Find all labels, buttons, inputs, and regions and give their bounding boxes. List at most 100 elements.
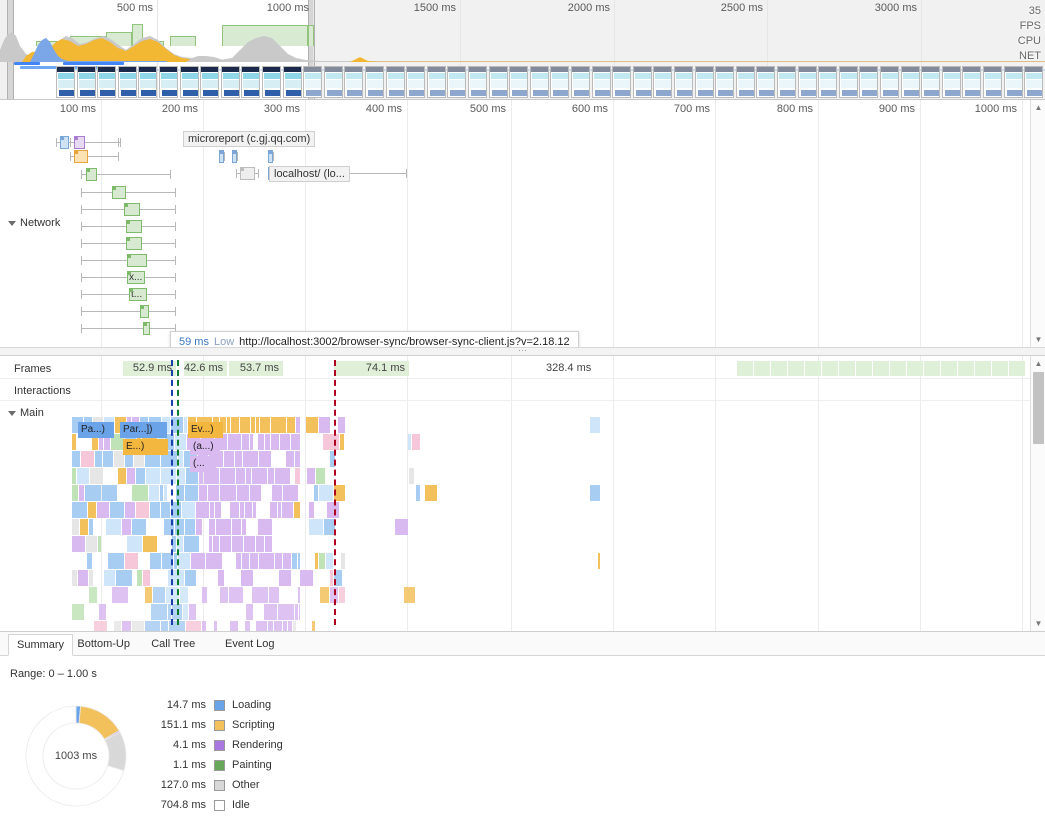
flame-bar[interactable] — [79, 485, 84, 501]
flame-bar[interactable] — [250, 434, 253, 450]
filmstrip-frame[interactable] — [406, 66, 426, 98]
filmstrip-frame[interactable] — [612, 66, 632, 98]
filmstrip-frame[interactable] — [550, 66, 570, 98]
flame-bar[interactable] — [339, 587, 345, 603]
flame-bar[interactable] — [220, 587, 228, 603]
flame-bar[interactable] — [235, 451, 242, 467]
flame-bar[interactable] — [286, 451, 294, 467]
flame-bar[interactable] — [327, 502, 339, 518]
legend-row[interactable]: 1.1 ms Painting — [150, 755, 283, 775]
filmstrip-frame[interactable] — [715, 66, 735, 98]
flame-bar[interactable] — [232, 536, 243, 552]
legend-row[interactable]: 151.1 ms Scripting — [150, 715, 283, 735]
filmstrip-frame[interactable] — [303, 66, 323, 98]
filmstrip-frame[interactable] — [632, 66, 652, 98]
flame-bar[interactable] — [250, 485, 261, 501]
flame-bar[interactable] — [208, 485, 219, 501]
network-request[interactable] — [0, 237, 1030, 250]
flame-bar[interactable] — [72, 502, 87, 518]
filmstrip-frame[interactable] — [756, 66, 776, 98]
flame-bar[interactable] — [215, 502, 221, 518]
flame-bar[interactable] — [293, 621, 296, 631]
filmstrip-frame[interactable] — [488, 66, 508, 98]
flame-bar[interactable] — [245, 621, 250, 631]
flame-bar[interactable] — [150, 502, 160, 518]
flame-bar[interactable] — [299, 604, 300, 620]
flame-bar[interactable] — [106, 519, 121, 535]
filmstrip-frame[interactable] — [344, 66, 364, 98]
filmstrip-frame[interactable] — [447, 66, 467, 98]
flame-bar[interactable] — [80, 519, 88, 535]
flame-bar[interactable] — [72, 451, 80, 467]
flame-bar[interactable] — [246, 468, 251, 484]
flame-bar[interactable] — [326, 553, 333, 569]
main-flame-pane[interactable]: Frames Interactions Main 52.9 ms 42.6 ms 5… — [0, 356, 1045, 631]
legend-row[interactable]: 14.7 ms Loading — [150, 695, 283, 715]
flame-bar[interactable] — [598, 553, 600, 569]
flame-bar[interactable] — [278, 604, 294, 620]
event-marker[interactable] — [334, 360, 336, 625]
flame-bar[interactable] — [251, 417, 255, 433]
flame-bar[interactable] — [95, 451, 102, 467]
filmstrip-frame[interactable] — [900, 66, 920, 98]
flame-bar[interactable] — [132, 519, 146, 535]
flame-bar[interactable] — [259, 553, 274, 569]
flame-bar[interactable] — [122, 621, 131, 631]
flame-bar[interactable] — [161, 621, 168, 631]
flame-bar-labeled[interactable]: Pa...) — [78, 422, 114, 438]
flame-bar[interactable] — [265, 536, 272, 552]
flame-bar[interactable] — [250, 553, 258, 569]
flame-bar[interactable] — [137, 570, 142, 586]
flame-bar[interactable] — [288, 621, 292, 631]
filmstrip-frame[interactable] — [777, 66, 796, 98]
flame-bar[interactable] — [145, 621, 160, 631]
flame-bar[interactable] — [116, 570, 132, 586]
flame-bar[interactable] — [395, 519, 408, 535]
flame-bar[interactable] — [320, 587, 329, 603]
flame-bar[interactable] — [94, 621, 107, 631]
flame-bar[interactable] — [78, 570, 88, 586]
flame-bar[interactable] — [97, 502, 109, 518]
flame-bar[interactable] — [330, 570, 333, 586]
flame-bar[interactable] — [199, 485, 207, 501]
filmstrip-frame[interactable] — [838, 66, 858, 98]
flame-bar[interactable] — [240, 502, 244, 518]
legend-row[interactable]: 4.1 ms Rendering — [150, 735, 283, 755]
flame-bar[interactable] — [132, 621, 144, 631]
flame-bar[interactable] — [272, 485, 282, 501]
flame-bar[interactable] — [77, 468, 89, 484]
flame-bar[interactable] — [590, 485, 600, 501]
flame-bar[interactable] — [191, 553, 205, 569]
filmstrip-frame[interactable] — [818, 66, 838, 98]
flame-bar-labeled[interactable]: Par...]) — [120, 422, 167, 438]
flame-bar[interactable] — [282, 502, 293, 518]
flame-bar[interactable] — [340, 434, 344, 450]
overview-timeline[interactable]: 500 ms 1000 ms 1500 ms 2000 ms 2500 ms 3000 m… — [0, 0, 1045, 100]
filmstrip-frame[interactable] — [674, 66, 693, 98]
flame-bar[interactable] — [127, 468, 135, 484]
flame-bar[interactable] — [341, 553, 345, 569]
flame-bar[interactable] — [275, 553, 282, 569]
flame-bar[interactable] — [295, 451, 300, 467]
flame-bar[interactable] — [319, 553, 325, 569]
flame-bar[interactable] — [209, 519, 215, 535]
flame-bar[interactable] — [102, 485, 117, 501]
flame-bar[interactable] — [242, 434, 249, 450]
flame-bar[interactable] — [112, 587, 128, 603]
flame-bar[interactable] — [136, 468, 145, 484]
details-drawer[interactable]: Summary Bottom-Up Call Tree Event Log Range… — [0, 631, 1045, 822]
flame-bar[interactable] — [278, 502, 281, 518]
flame-bar[interactable] — [72, 570, 77, 586]
main-scroll-thumb[interactable] — [1033, 372, 1044, 444]
flame-bar[interactable] — [143, 536, 157, 552]
flame-bar[interactable] — [189, 604, 196, 620]
flame-bar[interactable] — [184, 417, 187, 433]
flame-bar[interactable] — [256, 536, 264, 552]
filmstrip-frame[interactable] — [1024, 66, 1044, 98]
flame-bar[interactable] — [300, 570, 313, 586]
flame-bar-labeled[interactable]: E...) — [123, 439, 168, 455]
flame-bar[interactable] — [268, 468, 274, 484]
flame-bar[interactable] — [89, 570, 93, 586]
flame-bar[interactable] — [160, 485, 163, 501]
flame-bar[interactable] — [178, 553, 190, 569]
